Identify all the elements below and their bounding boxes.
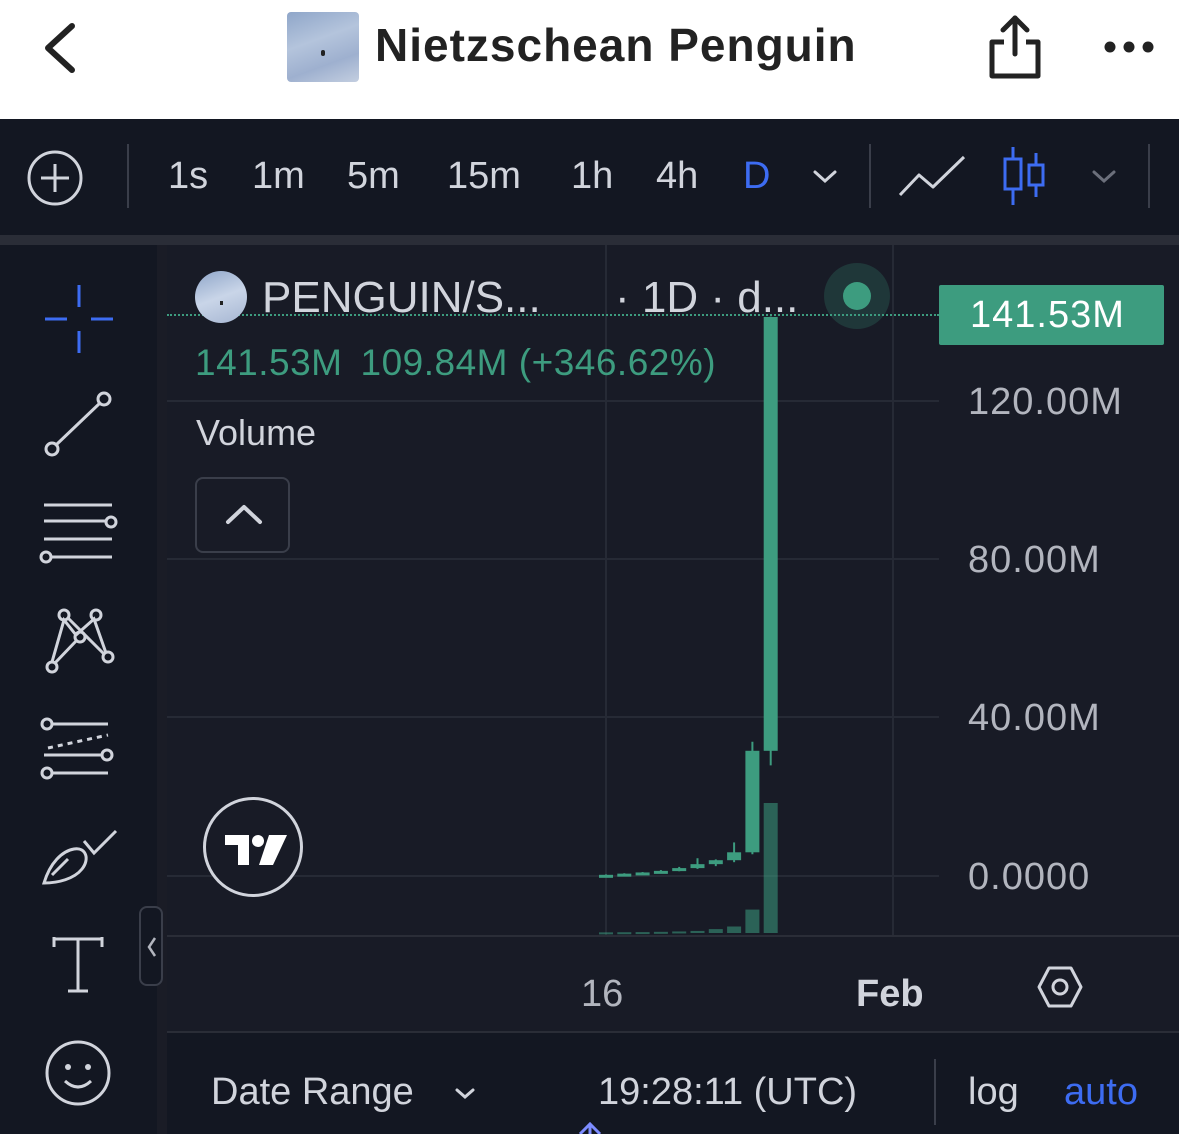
brush-icon[interactable] bbox=[40, 829, 120, 887]
chevron-left-icon[interactable] bbox=[34, 18, 94, 78]
arrow-up-icon bbox=[578, 1121, 602, 1134]
clock-utc[interactable]: 19:28:11 (UTC) bbox=[598, 1071, 857, 1114]
volume-bar bbox=[745, 909, 760, 933]
timeframe-15m[interactable]: 15m bbox=[447, 155, 521, 198]
candle-body bbox=[690, 864, 705, 869]
volume-label[interactable]: Volume bbox=[196, 412, 316, 454]
chevron-down-icon[interactable] bbox=[454, 1087, 476, 1101]
candle-body bbox=[653, 870, 668, 874]
tradingview-icon bbox=[225, 835, 287, 865]
chevron-down-icon[interactable] bbox=[1091, 169, 1117, 185]
candle-body bbox=[763, 316, 778, 751]
timeframe-d[interactable]: D bbox=[743, 155, 770, 198]
drawing-tools-sidebar bbox=[0, 245, 157, 1134]
volume-bar bbox=[727, 926, 742, 933]
crosshair-icon[interactable] bbox=[43, 283, 115, 355]
price-axis[interactable]: 120.00M 80.00M 40.00M 0.0000 bbox=[942, 245, 1179, 935]
live-status-dot bbox=[843, 282, 871, 310]
volume-bar bbox=[690, 930, 705, 933]
timeframe-4h[interactable]: 4h bbox=[656, 155, 698, 198]
price-tick: 40.00M bbox=[968, 697, 1101, 739]
settings-icon[interactable] bbox=[1037, 965, 1083, 1009]
candle-body bbox=[672, 868, 687, 872]
current-price-badge: 141.53M bbox=[939, 285, 1164, 345]
candle-body bbox=[745, 750, 760, 853]
interval-label: · 1D · d... bbox=[615, 273, 799, 322]
forecast-icon[interactable] bbox=[38, 715, 114, 781]
price-tick: 120.00M bbox=[968, 381, 1123, 423]
chevron-down-icon[interactable] bbox=[812, 169, 838, 185]
volume-bar bbox=[653, 931, 668, 934]
price-tick: 0.0000 bbox=[968, 856, 1091, 898]
page-title: Nietzschean Penguin bbox=[375, 19, 857, 71]
timeframe-1m[interactable]: 1m bbox=[252, 155, 305, 198]
emoji-icon[interactable] bbox=[44, 1039, 112, 1107]
token-thumbnail bbox=[287, 12, 359, 82]
chart-toolbar: 1s 1m 5m 15m 1h 4h D bbox=[0, 119, 1179, 235]
time-tick: Feb bbox=[856, 973, 924, 1015]
candle-body bbox=[727, 852, 742, 861]
change-value: 109.84M (+346.62%) bbox=[360, 342, 717, 383]
line-chart-icon[interactable] bbox=[897, 153, 967, 199]
ohlc-values: 141.53M 109.84M (+346.62%) bbox=[195, 342, 734, 384]
chevron-up-icon bbox=[226, 505, 262, 524]
collapse-volume-button[interactable] bbox=[195, 477, 290, 553]
trend-line-icon[interactable] bbox=[44, 391, 112, 457]
price-tick: 80.00M bbox=[968, 539, 1101, 581]
candle-body bbox=[617, 873, 632, 877]
time-tick: 16 bbox=[581, 973, 624, 1015]
candle-body bbox=[708, 860, 723, 865]
close-value: 141.53M bbox=[195, 342, 343, 383]
text-icon[interactable] bbox=[50, 935, 106, 995]
volume-bar bbox=[617, 932, 632, 935]
tradingview-logo[interactable] bbox=[203, 797, 303, 897]
fib-retracement-icon[interactable] bbox=[38, 501, 118, 565]
collapse-toolbar-button[interactable] bbox=[139, 906, 163, 986]
volume-bar bbox=[708, 929, 723, 933]
bottom-bar: Date Range 19:28:11 (UTC) log auto bbox=[167, 1031, 1179, 1134]
volume-bar bbox=[635, 932, 650, 935]
chart-panel[interactable]: 120.00M 80.00M 40.00M 0.0000 141.53M PEN… bbox=[167, 245, 1179, 1134]
time-axis[interactable]: 16 Feb bbox=[167, 935, 1179, 1031]
top-nav: Nietzschean Penguin bbox=[0, 0, 1179, 119]
timeframe-1s[interactable]: 1s bbox=[168, 155, 208, 198]
timeframe-1h[interactable]: 1h bbox=[571, 155, 613, 198]
volume-bar bbox=[763, 803, 778, 933]
candle-body bbox=[599, 874, 613, 878]
share-icon[interactable] bbox=[986, 12, 1044, 82]
volume-bar bbox=[672, 931, 687, 934]
log-scale-toggle[interactable]: log bbox=[968, 1071, 1019, 1114]
more-dots-icon[interactable] bbox=[1100, 28, 1160, 68]
candlestick-icon[interactable] bbox=[1000, 145, 1048, 207]
plus-circle-icon[interactable] bbox=[26, 149, 84, 207]
auto-scale-toggle[interactable]: auto bbox=[1064, 1071, 1138, 1114]
pattern-icon[interactable] bbox=[42, 605, 116, 675]
token-avatar bbox=[195, 271, 247, 323]
timeframe-5m[interactable]: 5m bbox=[347, 155, 400, 198]
symbol-name: PENGUIN/S... bbox=[262, 273, 541, 322]
candle-body bbox=[635, 872, 650, 876]
date-range-button[interactable]: Date Range bbox=[211, 1071, 414, 1114]
chevron-left-icon bbox=[147, 937, 157, 957]
